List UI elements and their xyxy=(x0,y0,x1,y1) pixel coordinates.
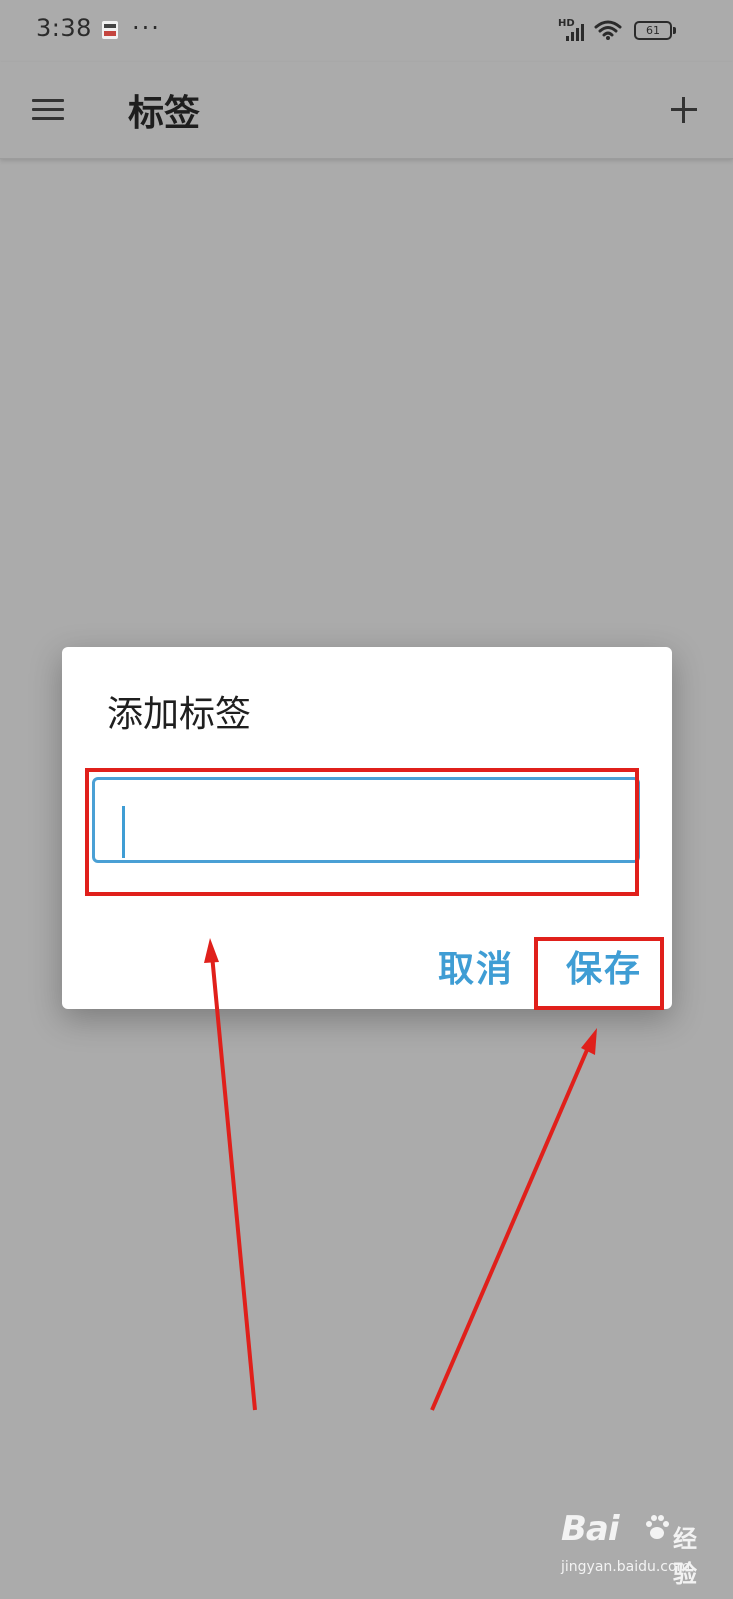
dialog-title: 添加标签 xyxy=(107,694,252,735)
notification-app-icon xyxy=(102,21,118,39)
more-notifications-icon: ··· xyxy=(132,14,161,42)
tag-input-box[interactable] xyxy=(92,777,640,863)
battery-icon: 61 xyxy=(634,21,676,40)
signal-icon xyxy=(566,24,584,41)
wifi-icon xyxy=(594,20,622,40)
page-title: 标签 xyxy=(128,93,201,134)
paw-icon xyxy=(646,1515,669,1539)
menu-icon-line xyxy=(32,99,64,102)
status-bar: 3:38 ··· HD 61 xyxy=(0,0,733,62)
watermark-suffix: 经验 xyxy=(673,1525,697,1588)
app-bar: 标签 xyxy=(0,62,733,159)
status-time: 3:38 xyxy=(36,14,92,42)
add-tag-dialog: 添加标签 取消 保存 xyxy=(62,647,672,1009)
menu-icon-line xyxy=(32,117,64,120)
arrow-to-save xyxy=(430,1028,597,1411)
menu-icon-line xyxy=(32,108,64,111)
watermark-url: jingyan.baidu.com xyxy=(561,1559,691,1575)
menu-button[interactable] xyxy=(28,90,68,130)
add-button[interactable] xyxy=(664,90,704,130)
watermark-logo: Bai xyxy=(561,1509,620,1549)
save-button[interactable]: 保存 xyxy=(566,940,642,992)
baidu-watermark: Bai 经验 jingyan.baidu.com xyxy=(561,1509,711,1588)
tag-name-input[interactable] xyxy=(115,788,619,852)
battery-level: 61 xyxy=(646,24,660,37)
text-caret xyxy=(122,806,125,858)
cancel-button[interactable]: 取消 xyxy=(438,940,514,992)
